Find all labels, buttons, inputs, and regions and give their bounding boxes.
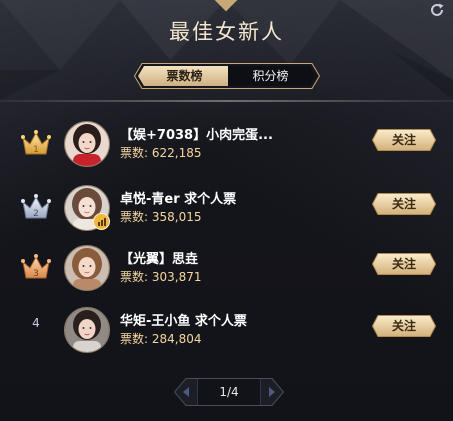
level-badge-icon [93, 213, 110, 230]
vote-count: 票数: 622,185 [120, 144, 202, 161]
vote-count: 票数: 303,871 [120, 268, 202, 285]
avatar[interactable] [64, 245, 110, 291]
follow-label: 关注 [391, 197, 416, 211]
chevron-right-icon[interactable] [259, 378, 285, 406]
header-divider [0, 100, 453, 102]
avatar[interactable] [64, 307, 110, 353]
avatar[interactable] [64, 121, 110, 167]
rank-number: 3 [33, 269, 39, 279]
page-title: 最佳女新人 [169, 20, 284, 44]
streamer-name[interactable]: 卓悦-青er 求个人票 [120, 188, 360, 207]
votes-label: 票数: [120, 210, 149, 224]
tab-points-ranking[interactable]: 积分榜 [228, 66, 313, 86]
rank-number: 2 [33, 209, 39, 219]
vote-count: 票数: 284,804 [120, 330, 202, 347]
chevron-left-icon[interactable] [173, 378, 199, 406]
ranking-row: 2 卓悦-青er 求个人票 票数: 358,015 关注 [0, 185, 453, 241]
follow-button[interactable]: 关注 [372, 253, 436, 275]
crown-bronze-icon: 3 [21, 254, 51, 279]
follow-button[interactable]: 关注 [372, 193, 436, 215]
follow-button[interactable]: 关注 [372, 315, 436, 337]
votes-label: 票数: [120, 332, 149, 346]
follow-label: 关注 [391, 257, 416, 271]
votes-value: 358,015 [151, 210, 202, 224]
streamer-name[interactable]: 【光翼】思垚 [120, 248, 360, 267]
pagination: 1/4 [173, 378, 285, 406]
follow-label: 关注 [391, 319, 416, 333]
rank-number: 4 [32, 316, 40, 330]
ranking-row: 3 【光翼】思垚 票数: 303,871 关注 [0, 245, 453, 301]
page-indicator: 1/4 [219, 385, 239, 399]
ranking-row: 4 华矩-王小鱼 求个人票 票数: 284,804 关注 [0, 307, 453, 363]
streamer-name[interactable]: 华矩-王小鱼 求个人票 [120, 310, 360, 329]
crown-silver-icon: 2 [21, 194, 51, 219]
votes-value: 303,871 [151, 270, 202, 284]
streamer-name[interactable]: 【娱+7038】小肉完蛋... [120, 124, 360, 143]
best-newcomer-panel: 最佳女新人 票数榜 积分榜 1 【娱+7038】小肉完蛋... 票数: 622,… [0, 0, 453, 421]
rank-number: 1 [33, 145, 39, 155]
crown-gold-icon: 1 [21, 130, 51, 155]
votes-value: 284,804 [151, 332, 202, 346]
vote-count: 票数: 358,015 [120, 208, 202, 225]
votes-label: 票数: [120, 146, 149, 160]
ranking-tabs: 票数榜 积分榜 [134, 63, 320, 89]
votes-label: 票数: [120, 270, 149, 284]
follow-label: 关注 [391, 133, 416, 147]
ranking-row: 1 【娱+7038】小肉完蛋... 票数: 622,185 关注 [0, 121, 453, 177]
votes-value: 622,185 [151, 146, 202, 160]
follow-button[interactable]: 关注 [372, 129, 436, 151]
tab-votes-ranking[interactable]: 票数榜 [141, 66, 228, 86]
